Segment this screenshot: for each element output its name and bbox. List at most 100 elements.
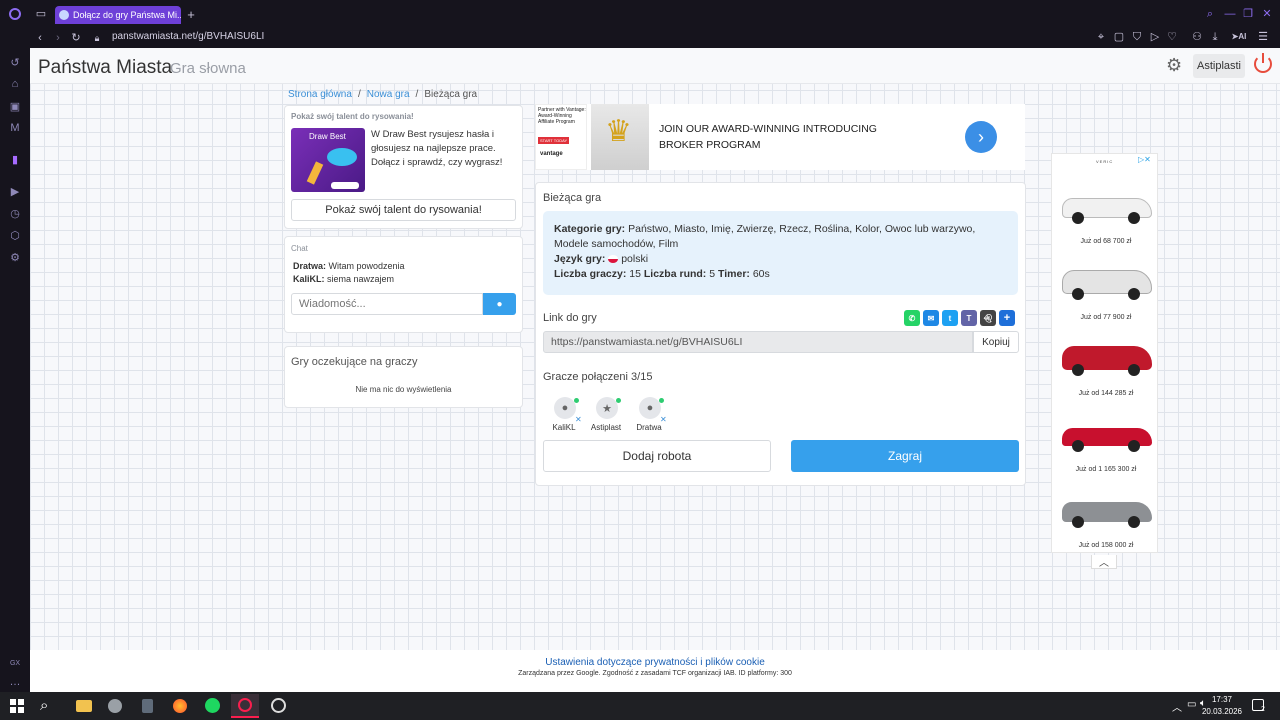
search-tabs-icon[interactable]: ⌕ (1204, 8, 1216, 20)
site-logo[interactable]: Państwa Miasta (38, 57, 172, 79)
share-more-icon[interactable]: + (999, 310, 1015, 326)
snapshot-icon[interactable]: ⌖ (1096, 31, 1106, 42)
play-button[interactable]: Zagraj (791, 440, 1019, 472)
copy-link-button[interactable]: Kopiuj (973, 331, 1019, 353)
forward-icon[interactable]: › (52, 32, 64, 44)
messenger-icon[interactable]: ✉ (923, 310, 939, 326)
profile-icon[interactable]: ⚇ (1192, 31, 1202, 42)
cube-icon[interactable]: ⬡ (8, 228, 22, 242)
chat-message-input[interactable] (291, 293, 483, 315)
language-label: Język gry: (554, 253, 606, 265)
clock-icon[interactable]: ◷ (8, 206, 22, 220)
lock-icon: 🔒︎ (94, 32, 100, 43)
history-swirl-icon[interactable]: ↺ (8, 55, 22, 69)
close-window-icon[interactable]: ✕ (1261, 8, 1273, 20)
clock-time[interactable]: 17:37 (1203, 695, 1241, 704)
firefox-icon[interactable] (173, 699, 187, 713)
chat-send-button[interactable]: ● (483, 293, 516, 315)
promo-description: W Draw Best rysujesz hasła i głosujesz n… (371, 129, 503, 168)
minimize-icon[interactable]: — (1224, 8, 1236, 20)
power-icon-line (1262, 53, 1264, 63)
heart-icon[interactable]: ♡ (1167, 31, 1177, 42)
top-ad-banner[interactable]: Partner with Vantage: Award-Winning Affi… (535, 104, 1025, 170)
snapchat-icon[interactable]: 👻︎ (980, 310, 996, 326)
chat-title: Chat (291, 244, 308, 253)
network-icon[interactable]: ▭ (1187, 699, 1196, 710)
language-value: polski (621, 253, 649, 265)
car-wheel (1128, 440, 1140, 452)
show-hidden-icons[interactable]: ︿ (1172, 699, 1182, 714)
game-categories: Kategorie gry: Państwo, Miasto, Imię, Zw… (554, 222, 1007, 252)
car-price: Już od 77 900 zł (1080, 314, 1132, 321)
user-icon: ● (639, 397, 661, 419)
tab-menu-icon[interactable]: ▭ (35, 8, 47, 20)
adblock-icon[interactable]: ⛉ (1132, 31, 1142, 42)
player-icon[interactable]: ▶ (8, 184, 22, 198)
draw-best-image-title: Draw Best (309, 132, 346, 141)
game-link-input[interactable] (543, 331, 973, 353)
extensions-icon[interactable]: ▢ (1114, 31, 1124, 42)
whatsapp-icon[interactable]: ✆ (904, 310, 920, 326)
breadcrumb-current: Bieżąca gra (424, 89, 478, 100)
teams-icon[interactable]: T (961, 310, 977, 326)
user-icon: ● (554, 397, 576, 419)
opera-logo-icon[interactable] (9, 8, 21, 20)
chat-text: Witam powodzenia (328, 261, 405, 271)
draw-best-image[interactable]: Draw Best (291, 128, 365, 192)
spotify-icon[interactable] (205, 698, 220, 713)
twitch-icon[interactable]: ▮ (8, 152, 22, 166)
search-icon[interactable]: ⌕ (40, 697, 48, 714)
car-wheel (1072, 288, 1084, 300)
more-icon[interactable]: … (8, 675, 22, 689)
twitter-icon[interactable]: t (942, 310, 958, 326)
breadcrumb-separator: / (357, 89, 361, 100)
windows-start-icon[interactable] (10, 699, 24, 713)
privacy-settings-link[interactable]: Ustawienia dotyczące prywatności i plikó… (30, 657, 1280, 668)
clock-date[interactable]: 20.03.2026 (1197, 707, 1247, 716)
online-indicator (574, 398, 579, 403)
draw-best-bubble (327, 148, 357, 166)
game-store-icon[interactable]: ▣ (8, 99, 22, 113)
chat-message: Dratwa: Witam powodzenia (293, 261, 405, 271)
app-icon[interactable] (108, 699, 122, 713)
draw-best-pencil (306, 161, 324, 185)
players-count-value: 15 (629, 268, 641, 280)
car-image (1056, 334, 1156, 382)
task-manager-icon[interactable] (271, 698, 286, 713)
user-button[interactable]: Astiplasti (1193, 54, 1245, 78)
robot-icon[interactable]: ⌂ (8, 77, 22, 91)
menu-icon[interactable]: ☰ (1258, 31, 1268, 42)
url-input[interactable]: panstwamiasta.net/g/BVHAISU6LI (112, 31, 264, 42)
connected-players-label: Gracze połączeni 3/15 (543, 371, 653, 383)
ai-send-icon[interactable]: ➤ AI (1228, 31, 1250, 43)
timer-value: 60s (752, 268, 770, 280)
side-ad-banner[interactable]: VERIC ▷✕ Już od 68 700 zł Już od 77 900 … (1051, 153, 1158, 553)
adchoices-icon[interactable]: ▷✕ (1138, 155, 1151, 164)
vpn-icon[interactable]: ▷ (1150, 31, 1160, 42)
messenger-icon[interactable]: M (8, 121, 22, 135)
trophy-icon: ♛ (605, 115, 632, 148)
calculator-icon[interactable] (142, 699, 153, 713)
breadcrumb-home[interactable]: Strona główna (288, 89, 352, 100)
settings-icon[interactable]: ⚙ (8, 250, 22, 264)
player-avatar[interactable]: ● ✕ KaliKL (544, 395, 584, 435)
gear-icon[interactable]: ⚙ (1166, 55, 1182, 76)
file-explorer-icon[interactable] (76, 700, 92, 712)
opera-gx-icon[interactable] (231, 694, 259, 718)
player-avatar[interactable]: ● ✕ Dratwa (629, 395, 669, 435)
maximize-icon[interactable]: ❐ (1242, 8, 1254, 20)
add-bot-button[interactable]: Dodaj robota (543, 440, 771, 472)
ad-collapse-button[interactable]: ︿ (1091, 555, 1117, 569)
reload-icon[interactable]: ↻ (70, 32, 82, 44)
breadcrumb-new-game[interactable]: Nowa gra (367, 89, 410, 100)
download-icon[interactable]: ⤓ (1210, 31, 1220, 42)
new-tab-icon[interactable]: + (185, 8, 197, 21)
player-avatar[interactable]: ★ Astiplast (586, 395, 626, 435)
breadcrumb-separator: / (415, 89, 419, 100)
active-tab[interactable]: Dołącz do gry Państwa Mi... (55, 6, 181, 24)
promo-button[interactable]: Pokaż swój talent do rysowania! (291, 199, 516, 221)
back-icon[interactable]: ‹ (34, 32, 46, 44)
ad-next-button[interactable]: › (965, 121, 997, 153)
ad-headline: JOIN OUR AWARD-WINNING INTRODUCING BROKE… (659, 123, 877, 151)
gx-label[interactable]: GX (8, 656, 22, 670)
